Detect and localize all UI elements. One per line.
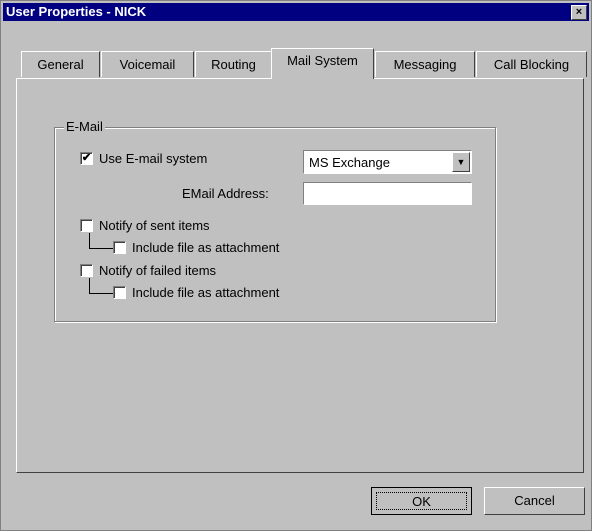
notify-failed-checkbox[interactable] (80, 264, 93, 277)
user-properties-dialog: User Properties - NICK × General Voicema… (0, 0, 592, 531)
tree-connector (89, 233, 114, 249)
tree-connector (89, 278, 114, 294)
failed-attach-label[interactable]: Include file as attachment (132, 285, 279, 300)
sent-attach-checkbox[interactable] (113, 241, 126, 254)
notify-sent-checkbox[interactable] (80, 219, 93, 232)
tab-routing[interactable]: Routing (195, 51, 272, 77)
use-email-label[interactable]: Use E-mail system (99, 151, 207, 166)
tab-label: Call Blocking (493, 57, 570, 72)
ok-button-label: OK (376, 492, 467, 510)
window-title: User Properties - NICK (6, 4, 147, 19)
chevron-down-icon[interactable]: ▼ (452, 152, 470, 172)
email-address-field[interactable] (303, 182, 472, 205)
tab-label: Routing (211, 57, 256, 72)
close-icon[interactable]: × (571, 5, 587, 20)
email-address-label: EMail Address: (182, 186, 269, 201)
tab-mail-system[interactable]: Mail System (271, 48, 374, 79)
notify-failed-label[interactable]: Notify of failed items (99, 263, 216, 278)
tab-label: General (37, 57, 84, 72)
use-email-checkbox[interactable]: ✔ (80, 152, 93, 165)
tab-label: Voicemail (119, 57, 176, 72)
tab-messaging[interactable]: Messaging (375, 51, 475, 77)
tab-call-blocking[interactable]: Call Blocking (476, 51, 587, 77)
tab-label: Mail System (287, 53, 358, 68)
notify-sent-label[interactable]: Notify of sent items (99, 218, 210, 233)
title-bar[interactable]: User Properties - NICK × (3, 3, 589, 21)
sent-attach-label[interactable]: Include file as attachment (132, 240, 279, 255)
email-group-label: E-Mail (64, 119, 105, 134)
failed-attach-checkbox[interactable] (113, 286, 126, 299)
tab-label: Messaging (393, 57, 457, 72)
mail-system-value: MS Exchange (309, 155, 390, 170)
mail-system-select[interactable]: MS Exchange ▼ (303, 150, 472, 174)
ok-button[interactable]: OK (371, 487, 472, 515)
tab-general[interactable]: General (21, 51, 100, 77)
cancel-button[interactable]: Cancel (484, 487, 585, 515)
tab-voicemail[interactable]: Voicemail (101, 51, 194, 77)
